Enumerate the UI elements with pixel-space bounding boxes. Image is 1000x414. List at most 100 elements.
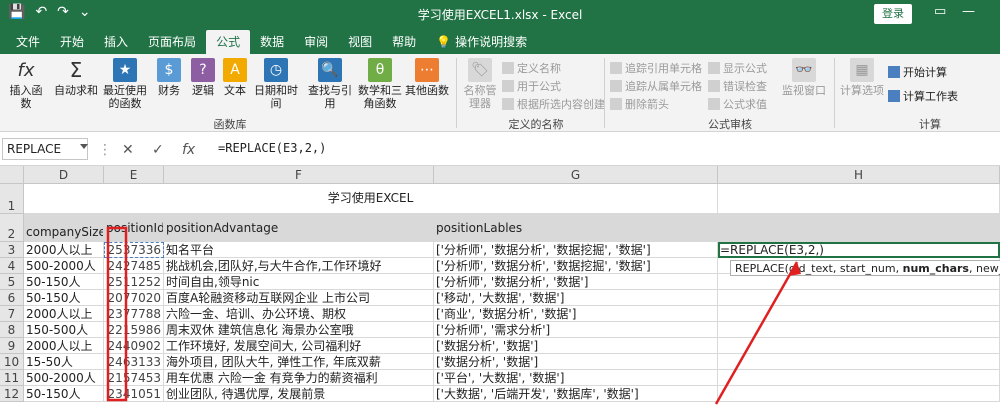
- sheet-title-cell[interactable]: 学习使用EXCEL: [24, 184, 718, 214]
- header-cell[interactable]: positionAdvantage: [164, 214, 434, 242]
- cell-h8[interactable]: [718, 322, 1000, 338]
- calculate-sheet-button[interactable]: 计算工作表: [888, 88, 958, 104]
- cell-g12[interactable]: ['大数据', '后端开发', '数据库', '数据']: [434, 386, 718, 402]
- cell-f3[interactable]: 知名平台: [164, 242, 434, 258]
- header-cell[interactable]: companySize: [24, 214, 104, 242]
- cell-e12[interactable]: 2341051: [104, 386, 164, 402]
- cell-e5[interactable]: 2511252: [104, 274, 164, 290]
- evaluate-formula-button[interactable]: 公式求值: [708, 96, 767, 112]
- logical-button[interactable]: ? 逻辑: [188, 58, 218, 97]
- cell-d11[interactable]: 500-2000人: [24, 370, 104, 386]
- cell-f11[interactable]: 用车优惠 六险一金 有竞争力的薪资福利: [164, 370, 434, 386]
- tab-help[interactable]: 帮助: [382, 30, 426, 54]
- calculate-now-button[interactable]: 开始计算: [888, 64, 947, 80]
- cell-f8[interactable]: 周末双休 建筑信息化 海景办公室哦: [164, 322, 434, 338]
- cell-g8[interactable]: ['分析师', '需求分析']: [434, 322, 718, 338]
- cell-e7[interactable]: 2377788: [104, 306, 164, 322]
- remove-arrows-button[interactable]: 删除箭头: [610, 96, 669, 112]
- cell-h9[interactable]: [718, 338, 1000, 354]
- column-header-h[interactable]: H: [718, 166, 1000, 184]
- tab-insert[interactable]: 插入: [94, 30, 138, 54]
- recent-functions-button[interactable]: ★ 最近使用的函数: [100, 58, 150, 110]
- cell-f5[interactable]: 时间自由,领导nic: [164, 274, 434, 290]
- row-header[interactable]: 10: [0, 354, 24, 370]
- column-header-e[interactable]: E: [104, 166, 164, 184]
- chevron-down-icon[interactable]: [80, 144, 88, 149]
- select-all-corner[interactable]: [0, 166, 24, 184]
- cell-e4[interactable]: 2427485: [104, 258, 164, 274]
- row-header[interactable]: 12: [0, 386, 24, 402]
- column-header-f[interactable]: F: [164, 166, 434, 184]
- create-from-selection-button[interactable]: 根据所选内容创建: [502, 96, 605, 112]
- cell-d10[interactable]: 15-50人: [24, 354, 104, 370]
- define-name-button[interactable]: 定义名称: [502, 60, 561, 76]
- cell-f7[interactable]: 六险一金、培训、办公环境、期权: [164, 306, 434, 322]
- row-header[interactable]: 1: [0, 184, 24, 214]
- cell-d6[interactable]: 50-150人: [24, 290, 104, 306]
- tab-page-layout[interactable]: 页面布局: [138, 30, 206, 54]
- watch-window-button[interactable]: 👓 监视窗口: [782, 58, 826, 97]
- row-header[interactable]: 2: [0, 214, 24, 242]
- cell-e11[interactable]: 2157453: [104, 370, 164, 386]
- cell-g5[interactable]: ['分析师', '数据分析', '数据']: [434, 274, 718, 290]
- formula-input[interactable]: =REPLACE(E3,2,): [214, 138, 994, 160]
- error-checking-button[interactable]: 错误检查: [708, 78, 767, 94]
- drag-handle-icon[interactable]: ⋮: [98, 142, 112, 158]
- cell-f12[interactable]: 创业团队, 待遇优厚, 发展前景: [164, 386, 434, 402]
- cell-e6[interactable]: 2077020: [104, 290, 164, 306]
- cell-h6[interactable]: [718, 290, 1000, 306]
- header-cell[interactable]: positionLables: [434, 214, 718, 242]
- tab-file[interactable]: 文件: [6, 30, 50, 54]
- cell-d4[interactable]: 500-2000人: [24, 258, 104, 274]
- cell-g9[interactable]: ['数据分析', '数据']: [434, 338, 718, 354]
- row-header[interactable]: 7: [0, 306, 24, 322]
- cell-d3[interactable]: 2000人以上: [24, 242, 104, 258]
- other-functions-button[interactable]: ⋯ 其他函数: [404, 58, 450, 97]
- minimize-icon[interactable]: —: [962, 4, 975, 19]
- header-cell[interactable]: positionId: [104, 214, 164, 242]
- cell-d9[interactable]: 2000人以上: [24, 338, 104, 354]
- cell-e9[interactable]: 2440902: [104, 338, 164, 354]
- cancel-icon[interactable]: ✕: [122, 142, 134, 158]
- cell-f6[interactable]: 百度A轮融资移动互联网企业 上市公司: [164, 290, 434, 306]
- header-cell[interactable]: [718, 214, 1000, 242]
- login-button[interactable]: 登录: [874, 4, 912, 24]
- trace-dependents-button[interactable]: 追踪从属单元格: [610, 78, 702, 94]
- cell-e10[interactable]: 2463133: [104, 354, 164, 370]
- cell-g11[interactable]: ['平台', '大数据', '数据']: [434, 370, 718, 386]
- row-header[interactable]: 5: [0, 274, 24, 290]
- grid-cell[interactable]: [718, 184, 1000, 214]
- column-header-g[interactable]: G: [434, 166, 718, 184]
- lookup-button[interactable]: 🔍 查找与引用: [304, 58, 356, 110]
- name-manager-button[interactable]: 🏷 名称管理器: [460, 58, 500, 110]
- financial-button[interactable]: $ 财务: [154, 58, 184, 97]
- cell-f10[interactable]: 海外项目, 团队大牛, 弹性工作, 年底双薪: [164, 354, 434, 370]
- cell-h3[interactable]: =REPLACE(E3,2,): [718, 242, 1000, 258]
- math-button[interactable]: θ 数学和三角函数: [356, 58, 404, 110]
- cell-d7[interactable]: 2000人以上: [24, 306, 104, 322]
- cell-e8[interactable]: 2215986: [104, 322, 164, 338]
- cell-d8[interactable]: 150-500人: [24, 322, 104, 338]
- insert-function-button[interactable]: fx 插入函数: [6, 58, 46, 110]
- row-header[interactable]: 9: [0, 338, 24, 354]
- cell-f9[interactable]: 工作环境好, 发展空间大, 公司福利好: [164, 338, 434, 354]
- row-header[interactable]: 8: [0, 322, 24, 338]
- autosum-button[interactable]: Σ 自动求和: [52, 58, 100, 98]
- tell-me-search[interactable]: 💡 操作说明搜索: [426, 30, 537, 54]
- tab-formulas[interactable]: 公式: [206, 30, 251, 54]
- cell-f4[interactable]: 挑战机会,团队好,与大牛合作,工作环境好: [164, 258, 434, 274]
- datetime-button[interactable]: ◷ 日期和时间: [250, 58, 302, 110]
- row-header[interactable]: 11: [0, 370, 24, 386]
- cell-g6[interactable]: ['移动', '大数据', '数据']: [434, 290, 718, 306]
- row-header[interactable]: 4: [0, 258, 24, 274]
- fx-icon[interactable]: fx: [182, 142, 195, 158]
- tab-home[interactable]: 开始: [50, 30, 94, 54]
- cell-h11[interactable]: [718, 370, 1000, 386]
- tab-view[interactable]: 视图: [338, 30, 382, 54]
- ribbon-display-icon[interactable]: ▭: [934, 4, 946, 19]
- calc-options-button[interactable]: ▦ 计算选项: [838, 58, 886, 97]
- cell-h5[interactable]: [718, 274, 1000, 290]
- cell-g7[interactable]: ['商业', '数据分析', '数据']: [434, 306, 718, 322]
- trace-precedents-button[interactable]: 追踪引用单元格: [610, 60, 702, 76]
- cell-g4[interactable]: ['分析师', '数据分析', '数据挖掘', '数据']: [434, 258, 718, 274]
